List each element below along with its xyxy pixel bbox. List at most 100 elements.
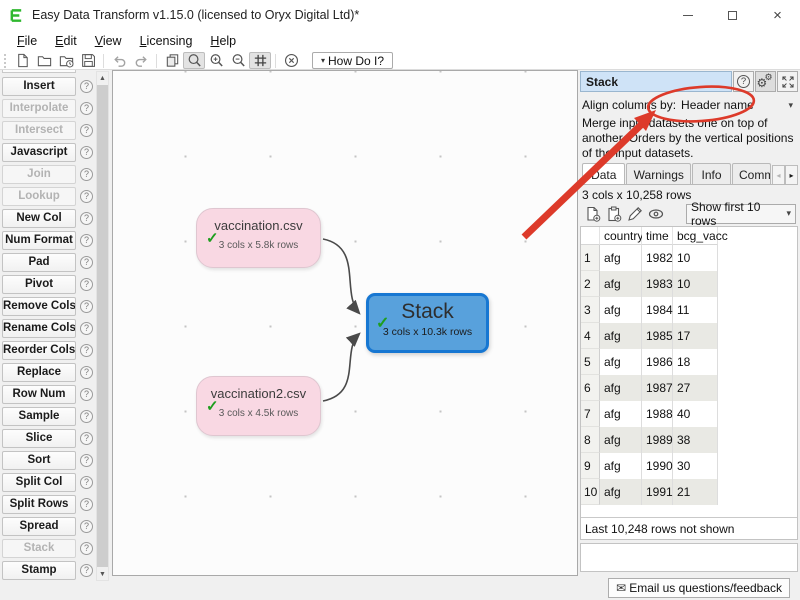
menu-licensing[interactable]: Licensing (131, 32, 202, 50)
sidebar-scrollbar[interactable]: ▲ ▼ (96, 71, 109, 581)
help-icon[interactable]: ? (80, 476, 93, 489)
help-icon[interactable]: ? (80, 410, 93, 423)
help-icon[interactable]: ? (80, 80, 93, 93)
menu-file[interactable]: File (8, 32, 46, 50)
sidebar-item-sort[interactable]: Sort (2, 451, 76, 470)
help-icon[interactable]: ? (80, 146, 93, 159)
sidebar-item-sample[interactable]: Sample (2, 407, 76, 426)
col-header-time[interactable]: time (642, 227, 673, 245)
cell-time[interactable]: 1986 (642, 349, 673, 375)
cell-country[interactable]: afg (600, 349, 642, 375)
help-icon[interactable]: ? (80, 256, 93, 269)
cell-bcg-vacc[interactable]: 40 (673, 401, 718, 427)
cell-country[interactable]: afg (600, 297, 642, 323)
sidebar-item-slice[interactable]: Slice (2, 429, 76, 448)
cell-bcg-vacc[interactable]: 27 (673, 375, 718, 401)
sidebar-item-insert[interactable]: Insert (2, 77, 76, 96)
tab-info[interactable]: Info (692, 163, 731, 185)
zoom-button[interactable] (183, 52, 205, 69)
help-icon[interactable]: ? (80, 300, 93, 313)
align-columns-dropdown[interactable]: Header name (681, 98, 754, 112)
tab-warnings[interactable]: Warnings (626, 163, 691, 185)
help-icon[interactable]: ? (80, 520, 93, 533)
cell-country[interactable]: afg (600, 375, 642, 401)
scrollbar-thumb[interactable] (97, 85, 108, 567)
help-icon[interactable]: ? (80, 124, 93, 137)
cell-country[interactable]: afg (600, 453, 642, 479)
redo-button[interactable] (130, 52, 152, 69)
cell-time[interactable]: 1987 (642, 375, 673, 401)
maximize-button[interactable] (710, 0, 755, 30)
sidebar-item-spread[interactable]: Spread (2, 517, 76, 536)
save-button[interactable] (77, 52, 99, 69)
help-icon[interactable]: ? (80, 542, 93, 555)
remove-item-button[interactable] (280, 52, 302, 69)
help-icon[interactable]: ? (80, 278, 93, 291)
help-icon[interactable]: ? (80, 168, 93, 181)
help-icon[interactable]: ? (80, 564, 93, 577)
sidebar-item-javascript[interactable]: Javascript (2, 143, 76, 162)
help-icon[interactable]: ? (80, 322, 93, 335)
sidebar-item-stamp[interactable]: Stamp (2, 561, 76, 580)
cell-bcg-vacc[interactable]: 10 (673, 271, 718, 297)
panel-settings-button[interactable]: ⚙⚙ (755, 71, 776, 92)
help-icon[interactable]: ? (80, 234, 93, 247)
minimize-button[interactable] (665, 0, 710, 30)
col-header-bcg-vacc[interactable]: bcg_vacc (673, 227, 718, 245)
sidebar-item-split-col[interactable]: Split Col (2, 473, 76, 492)
cell-bcg-vacc[interactable]: 10 (673, 245, 718, 271)
help-icon[interactable]: ? (80, 190, 93, 203)
toggle-grid-button[interactable] (249, 52, 271, 69)
menu-view[interactable]: View (86, 32, 131, 50)
help-icon[interactable]: ? (80, 432, 93, 445)
cell-country[interactable]: afg (600, 271, 642, 297)
panel-help-button[interactable]: ? (733, 71, 754, 92)
tab-scroll-right-icon[interactable]: ▸ (785, 165, 798, 185)
open-recent-button[interactable] (55, 52, 77, 69)
menu-edit[interactable]: Edit (46, 32, 86, 50)
help-icon[interactable]: ? (80, 102, 93, 115)
cell-bcg-vacc[interactable]: 11 (673, 297, 718, 323)
scroll-down-icon[interactable]: ▼ (97, 568, 108, 580)
node-stack[interactable]: ✓ Stack 3 cols x 10.3k rows (366, 293, 489, 353)
sidebar-item-replace[interactable]: Replace (2, 363, 76, 382)
copy-to-clipboard-button[interactable] (603, 204, 624, 224)
cell-time[interactable]: 1983 (642, 271, 673, 297)
node-vaccination2-csv[interactable]: ✓ vaccination2.csv 3 cols x 4.5k rows (196, 376, 321, 436)
sidebar-item-new-col[interactable]: New Col (2, 209, 76, 228)
zoom-in-button[interactable] (205, 52, 227, 69)
close-button[interactable]: × (755, 0, 800, 30)
cell-country[interactable]: afg (600, 479, 642, 505)
col-header-country[interactable]: country (600, 227, 642, 245)
cell-time[interactable]: 1991 (642, 479, 673, 505)
sidebar-item-pad[interactable]: Pad (2, 253, 76, 272)
cell-bcg-vacc[interactable]: 21 (673, 479, 718, 505)
edge-vaccination2-to-stack[interactable] (323, 334, 359, 401)
how-do-i-button[interactable]: ▾ How Do I? (312, 52, 393, 69)
tab-data[interactable]: Data (582, 163, 625, 185)
undo-button[interactable] (108, 52, 130, 69)
dropdown-arrow-icon[interactable]: ▾ (788, 100, 796, 111)
tab-comments[interactable]: Comm (732, 163, 771, 185)
tab-scroll-left-icon[interactable]: ◂ (772, 165, 785, 185)
flow-canvas[interactable]: ✓ vaccination.csv 3 cols x 5.8k rows ✓ v… (112, 70, 578, 576)
cell-time[interactable]: 1988 (642, 401, 673, 427)
sidebar-item-rename-cols[interactable]: Rename Cols (2, 319, 76, 338)
show-rows-dropdown[interactable]: Show first 10 rows ▾ (686, 204, 796, 224)
help-icon[interactable]: ? (80, 498, 93, 511)
cell-bcg-vacc[interactable]: 30 (673, 453, 718, 479)
sidebar-item-remove-cols[interactable]: Remove Cols (2, 297, 76, 316)
cell-bcg-vacc[interactable]: 17 (673, 323, 718, 349)
email-feedback-button[interactable]: ✉ Email us questions/feedback (608, 578, 790, 598)
cell-time[interactable]: 1984 (642, 297, 673, 323)
zoom-out-button[interactable] (227, 52, 249, 69)
edit-data-button[interactable] (624, 204, 645, 224)
cell-time[interactable]: 1990 (642, 453, 673, 479)
cell-country[interactable]: afg (600, 427, 642, 453)
sidebar-item-pivot[interactable]: Pivot (2, 275, 76, 294)
sidebar-item-num-format[interactable]: Num Format (2, 231, 76, 250)
new-file-button[interactable] (11, 52, 33, 69)
help-icon[interactable]: ? (80, 344, 93, 357)
cell-country[interactable]: afg (600, 323, 642, 349)
help-icon[interactable]: ? (80, 388, 93, 401)
